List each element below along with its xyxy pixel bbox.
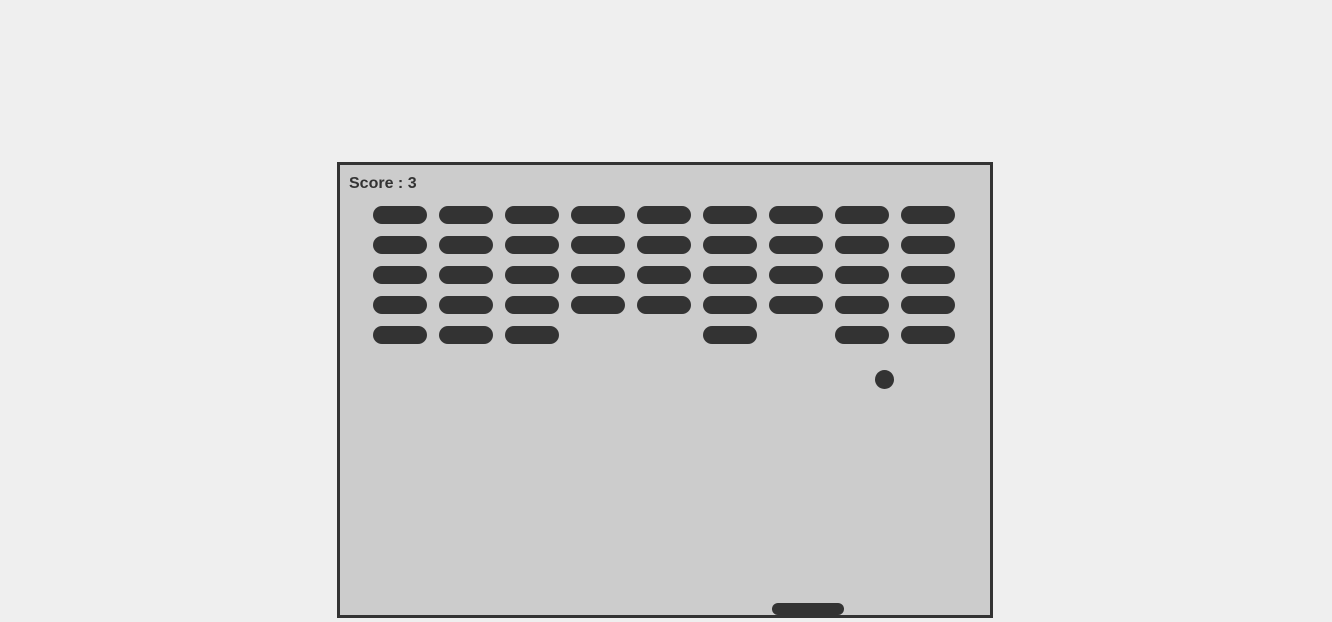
brick [901,206,955,224]
brick [571,206,625,224]
brick [373,236,427,254]
brick [637,296,691,314]
brick [373,296,427,314]
brick [373,326,427,344]
brick [769,236,823,254]
brick [373,266,427,284]
brick [835,236,889,254]
brick [505,296,559,314]
brick [901,326,955,344]
brick [769,206,823,224]
brick [703,206,757,224]
ball [875,370,894,389]
brick [439,266,493,284]
brick [505,266,559,284]
brick [769,296,823,314]
brick [439,296,493,314]
brick [703,236,757,254]
brick [571,296,625,314]
brick [505,326,559,344]
brick [439,236,493,254]
brick [505,206,559,224]
brick [703,296,757,314]
brick [373,206,427,224]
brick [835,206,889,224]
brick [571,266,625,284]
brick [901,266,955,284]
brick [439,206,493,224]
brick [835,296,889,314]
brick [505,236,559,254]
brick [571,236,625,254]
brick [703,326,757,344]
brick [439,326,493,344]
brick [901,296,955,314]
brick [835,266,889,284]
game-board[interactable]: Score : 3 [337,162,993,618]
brick [901,236,955,254]
brick [703,266,757,284]
brick [637,266,691,284]
brick [637,236,691,254]
brick [637,206,691,224]
brick [835,326,889,344]
brick [769,266,823,284]
score-label: Score : 3 [349,175,417,192]
paddle[interactable] [772,603,844,615]
